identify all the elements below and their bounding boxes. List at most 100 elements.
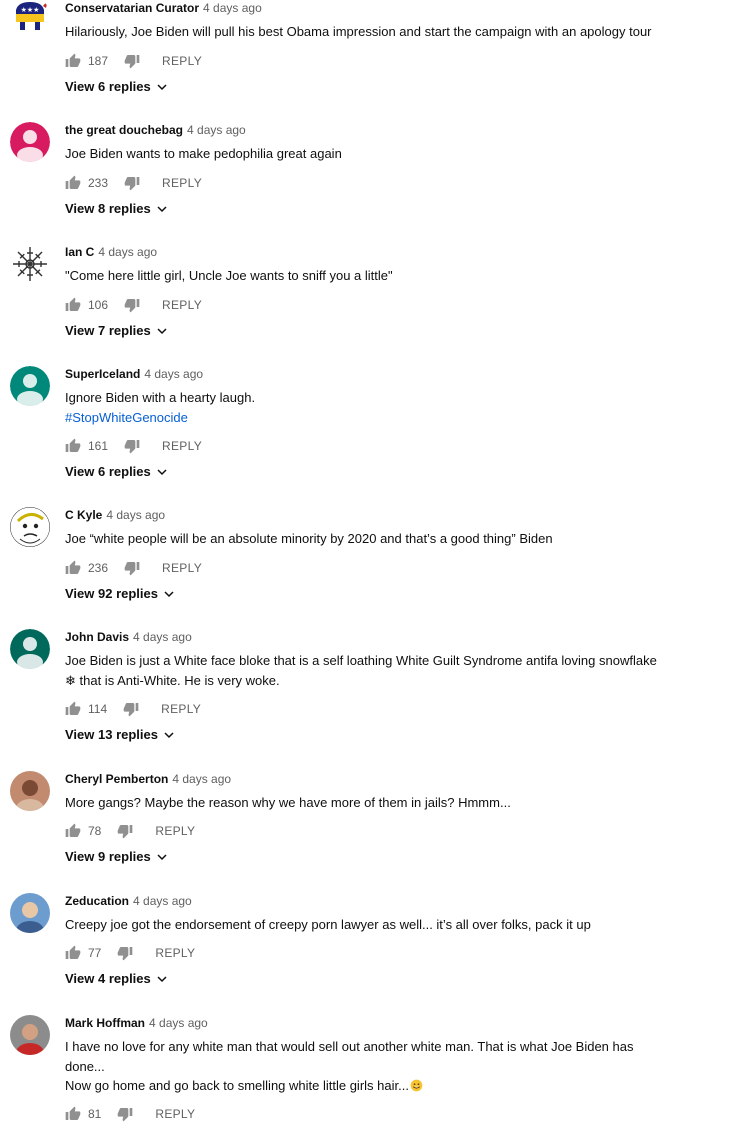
view-replies-label: View 4 replies (65, 971, 151, 986)
author-name[interactable]: Zeducation (65, 894, 129, 908)
thumbs-up-icon[interactable] (65, 53, 81, 69)
avatar[interactable] (10, 366, 50, 406)
comment-timestamp[interactable]: 4 days ago (106, 508, 165, 522)
comment-text-segment: Joe “white people will be an absolute mi… (65, 531, 553, 546)
chevron-down-icon (156, 973, 168, 985)
avatar[interactable] (10, 1015, 50, 1055)
thumbs-up-icon[interactable] (65, 175, 81, 191)
author-name[interactable]: C Kyle (65, 508, 102, 522)
view-replies-button[interactable]: View 8 replies (65, 201, 168, 216)
comment-actions: 187 REPLY (65, 51, 202, 71)
reply-button[interactable]: REPLY (162, 439, 202, 453)
comment-text-line: Joe Biden wants to make pedophilia great… (65, 144, 705, 164)
comment-timestamp[interactable]: 4 days ago (203, 1, 262, 15)
hashtag-link[interactable]: #StopWhiteGenocide (65, 408, 705, 428)
chevron-down-icon (156, 325, 168, 337)
comment-text: Ignore Biden with a hearty laugh. #StopWh… (65, 388, 705, 427)
thumbs-down-icon[interactable] (124, 53, 140, 69)
like-count: 114 (88, 702, 108, 716)
photo-avatar-icon (10, 771, 50, 811)
photo-avatar-icon (10, 893, 50, 933)
comment-actions: 233 REPLY (65, 173, 202, 193)
like-count: 233 (88, 176, 109, 190)
view-replies-button[interactable]: View 9 replies (65, 849, 168, 864)
view-replies-button[interactable]: View 92 replies (65, 586, 175, 601)
comment-text: Joe Biden is just a White face bloke tha… (65, 651, 705, 690)
comment-actions: 236 REPLY (65, 558, 202, 578)
comment-timestamp[interactable]: 4 days ago (98, 245, 157, 259)
thumbs-up-icon[interactable] (65, 560, 81, 576)
thumbs-down-icon[interactable] (124, 175, 140, 191)
reply-button[interactable]: REPLY (161, 702, 201, 716)
comment-text-line: I have no love for any white man that wo… (65, 1037, 705, 1057)
thumbs-down-icon[interactable] (117, 1106, 133, 1122)
thumbs-up-icon[interactable] (65, 297, 81, 313)
rune-symbol-icon (10, 244, 50, 284)
reply-button[interactable]: REPLY (162, 561, 202, 575)
comment-text: Creepy joe got the endorsement of creepy… (65, 915, 705, 935)
view-replies-button[interactable]: View 6 replies (65, 464, 168, 479)
author-name[interactable]: Ian C (65, 245, 94, 259)
reply-button[interactable]: REPLY (162, 54, 202, 68)
author-name[interactable]: John Davis (65, 630, 129, 644)
avatar[interactable] (10, 771, 50, 811)
reply-button[interactable]: REPLY (162, 176, 202, 190)
default-user-icon (10, 629, 50, 669)
thumbs-down-icon[interactable] (123, 701, 139, 717)
comment-text: Joe Biden wants to make pedophilia great… (65, 144, 705, 164)
view-replies-button[interactable]: View 7 replies (65, 323, 168, 338)
comment-actions: 81 REPLY (65, 1104, 195, 1124)
comment-timestamp[interactable]: 4 days ago (144, 367, 203, 381)
grinning-emoji-icon (410, 1078, 423, 1092)
cartoon-face-icon (10, 507, 50, 547)
comment-actions: 106 REPLY (65, 295, 202, 315)
avatar[interactable] (10, 629, 50, 669)
thumbs-up-icon[interactable] (65, 1106, 81, 1122)
avatar[interactable] (10, 244, 50, 284)
comment-header: Cheryl Pemberton 4 days ago (65, 771, 231, 787)
thumbs-down-icon[interactable] (117, 945, 133, 961)
thumbs-up-icon[interactable] (65, 701, 81, 717)
author-name[interactable]: Cheryl Pemberton (65, 772, 168, 786)
svg-text:★★★: ★★★ (21, 6, 40, 14)
comment-timestamp[interactable]: 4 days ago (133, 630, 192, 644)
author-name[interactable]: Mark Hoffman (65, 1016, 145, 1030)
thumbs-up-icon[interactable] (65, 438, 81, 454)
reply-button[interactable]: REPLY (155, 946, 195, 960)
comment-header: the great douchebag 4 days ago (65, 122, 246, 138)
photo-avatar-icon (10, 1015, 50, 1055)
view-replies-button[interactable]: View 13 replies (65, 727, 175, 742)
comment-header: SuperIceland 4 days ago (65, 366, 203, 382)
view-replies-label: View 92 replies (65, 586, 158, 601)
thumbs-down-icon[interactable] (124, 297, 140, 313)
chevron-down-icon (156, 81, 168, 93)
comment-text-line: Ignore Biden with a hearty laugh. (65, 388, 705, 408)
comment-timestamp[interactable]: 4 days ago (172, 772, 231, 786)
thumbs-down-icon[interactable] (124, 560, 140, 576)
author-name[interactable]: SuperIceland (65, 367, 140, 381)
comment-timestamp[interactable]: 4 days ago (149, 1016, 208, 1030)
comment-header: Zeducation 4 days ago (65, 893, 192, 909)
like-count: 187 (88, 54, 109, 68)
avatar[interactable] (10, 122, 50, 162)
comment-text-segment: I have no love for any white man that wo… (65, 1039, 634, 1054)
author-name[interactable]: the great douchebag (65, 123, 183, 137)
comment-text-line: Hilariously, Joe Biden will pull his bes… (65, 22, 705, 42)
thumbs-up-icon[interactable] (65, 945, 81, 961)
reply-button[interactable]: REPLY (155, 824, 195, 838)
comment-timestamp[interactable]: 4 days ago (133, 894, 192, 908)
avatar[interactable] (10, 507, 50, 547)
thumbs-down-icon[interactable] (117, 823, 133, 839)
comment-text: Joe “white people will be an absolute mi… (65, 529, 705, 549)
view-replies-button[interactable]: View 4 replies (65, 971, 168, 986)
thumbs-up-icon[interactable] (65, 823, 81, 839)
reply-button[interactable]: REPLY (155, 1107, 195, 1121)
comment-text-segment: Joe Biden wants to make pedophilia great… (65, 146, 342, 161)
view-replies-button[interactable]: View 6 replies (65, 79, 168, 94)
comment-timestamp[interactable]: 4 days ago (187, 123, 246, 137)
reply-button[interactable]: REPLY (162, 298, 202, 312)
avatar[interactable]: ★★★ (10, 0, 50, 36)
thumbs-down-icon[interactable] (124, 438, 140, 454)
author-name[interactable]: Conservatarian Curator (65, 1, 199, 15)
avatar[interactable] (10, 893, 50, 933)
